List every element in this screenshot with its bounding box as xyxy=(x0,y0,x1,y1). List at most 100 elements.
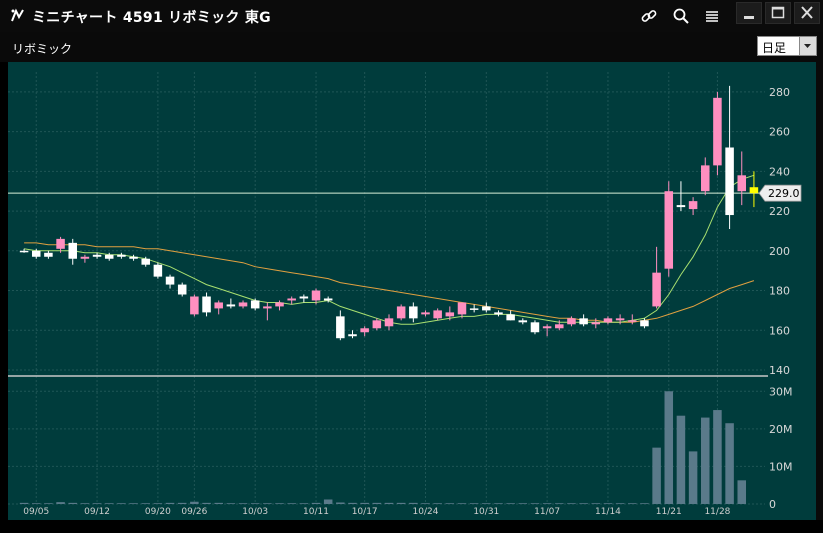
price-tick-label: 220 xyxy=(769,205,790,218)
candle-body xyxy=(542,326,552,329)
chart-area[interactable]: 280 260 240 220 200 180 160 140 0 10M 20M 30M 229.0 0… xyxy=(8,62,816,520)
volume-bar xyxy=(19,502,29,504)
volume-bar xyxy=(688,451,698,504)
volume-bar xyxy=(579,503,588,504)
date-tick-label: 09/05 xyxy=(23,507,49,517)
search-icon[interactable] xyxy=(672,7,690,25)
volume-bar xyxy=(737,480,747,504)
candle-body xyxy=(80,256,90,259)
date-tick-label: 11/14 xyxy=(595,507,621,517)
candle-body xyxy=(445,312,455,317)
date-tick-label: 10/11 xyxy=(303,507,329,517)
volume-bar xyxy=(603,503,613,504)
volume-bar xyxy=(457,503,467,504)
date-tick-label: 10/31 xyxy=(473,507,499,517)
candle-body xyxy=(494,312,503,315)
volume-bar xyxy=(250,503,260,504)
candle-body xyxy=(360,328,369,333)
maximize-button[interactable] xyxy=(765,2,791,24)
volume-bar xyxy=(676,415,686,504)
volume-bar xyxy=(56,502,65,504)
date-tick-label: 10/24 xyxy=(413,507,439,517)
candle-body xyxy=(579,318,588,325)
candle-body xyxy=(190,296,199,315)
volume-bar xyxy=(177,502,187,504)
candle-body xyxy=(250,300,260,309)
volume-bar xyxy=(482,503,491,504)
candle-body xyxy=(676,205,686,208)
volume-bar xyxy=(165,502,175,504)
minimize-icon xyxy=(744,16,754,19)
window-title: ミニチャート 4591 リボミック 東G xyxy=(32,10,271,26)
candle-body xyxy=(202,296,211,313)
date-tick-label: 10/17 xyxy=(352,507,378,517)
candle-body xyxy=(555,324,564,329)
candle-body xyxy=(68,242,77,259)
volume-tick-label: 20M xyxy=(769,423,793,436)
candle-body xyxy=(31,250,41,257)
volume-bar xyxy=(591,503,601,504)
candle-body xyxy=(238,302,248,307)
volume-bar xyxy=(409,502,418,504)
candle-body xyxy=(384,318,394,327)
volume-tick-label: 30M xyxy=(769,385,793,398)
price-tick-label: 140 xyxy=(769,364,790,377)
candle-body xyxy=(153,264,163,277)
link-icon[interactable] xyxy=(640,7,658,25)
volume-bar xyxy=(214,502,223,504)
date-tick-label: 11/21 xyxy=(656,507,682,517)
volume-bar xyxy=(31,503,41,504)
symbol-label: リボミック xyxy=(12,42,73,56)
volume-bar xyxy=(713,410,722,504)
price-marker-label: 229.0 xyxy=(768,187,800,200)
volume-bar xyxy=(323,499,333,504)
volume-bar xyxy=(238,503,248,504)
volume-bar xyxy=(445,503,455,504)
candle-body xyxy=(396,306,406,319)
volume-bar xyxy=(44,503,53,504)
candle-body xyxy=(214,302,223,309)
minimize-button[interactable] xyxy=(736,2,762,24)
chart-toolbar: リボミック xyxy=(0,32,823,62)
candle-body xyxy=(628,320,637,322)
price-tick-label: 180 xyxy=(769,285,790,298)
candle-body xyxy=(518,320,528,323)
candle-body xyxy=(469,308,479,310)
period-value: 日足 xyxy=(762,41,787,55)
volume-bar xyxy=(299,503,309,504)
candle-body xyxy=(336,316,345,339)
volume-bar xyxy=(396,502,406,504)
period-dropdown-button[interactable] xyxy=(799,37,816,55)
volume-bar xyxy=(384,502,394,504)
close-icon xyxy=(801,6,813,19)
candle-body xyxy=(44,252,53,257)
volume-bar xyxy=(263,503,272,504)
candle-body xyxy=(323,298,333,301)
candle-body xyxy=(591,322,601,325)
volume-bar xyxy=(117,503,126,504)
volume-bar xyxy=(275,503,284,504)
candlestick-chart[interactable]: 280 260 240 220 200 180 160 140 0 10M 20M 30M 229.0 0… xyxy=(8,62,816,520)
volume-bar xyxy=(153,503,163,504)
volume-bar xyxy=(469,503,479,504)
maximize-icon xyxy=(771,6,785,19)
volume-bar xyxy=(701,417,710,504)
candle-body xyxy=(725,147,734,216)
volume-bar xyxy=(664,391,674,504)
volume-bar xyxy=(141,503,150,504)
candle-body xyxy=(275,302,284,307)
date-tick-label: 09/12 xyxy=(84,507,110,517)
candle-body xyxy=(688,201,698,210)
title-bar[interactable]: ミニチャート 4591 リボミック 東G xyxy=(0,0,823,32)
volume-tick-label: 0 xyxy=(769,498,776,511)
left-edge-strip xyxy=(0,62,8,520)
price-tick-label: 280 xyxy=(769,86,790,99)
period-select[interactable]: 日足 xyxy=(757,36,817,56)
volume-bar xyxy=(530,503,540,504)
candle-body xyxy=(421,312,430,315)
candle-body xyxy=(372,320,382,329)
volume-bar xyxy=(542,503,552,504)
close-button[interactable] xyxy=(794,2,820,24)
volume-bar xyxy=(68,502,77,504)
menu-icon[interactable] xyxy=(703,7,721,25)
